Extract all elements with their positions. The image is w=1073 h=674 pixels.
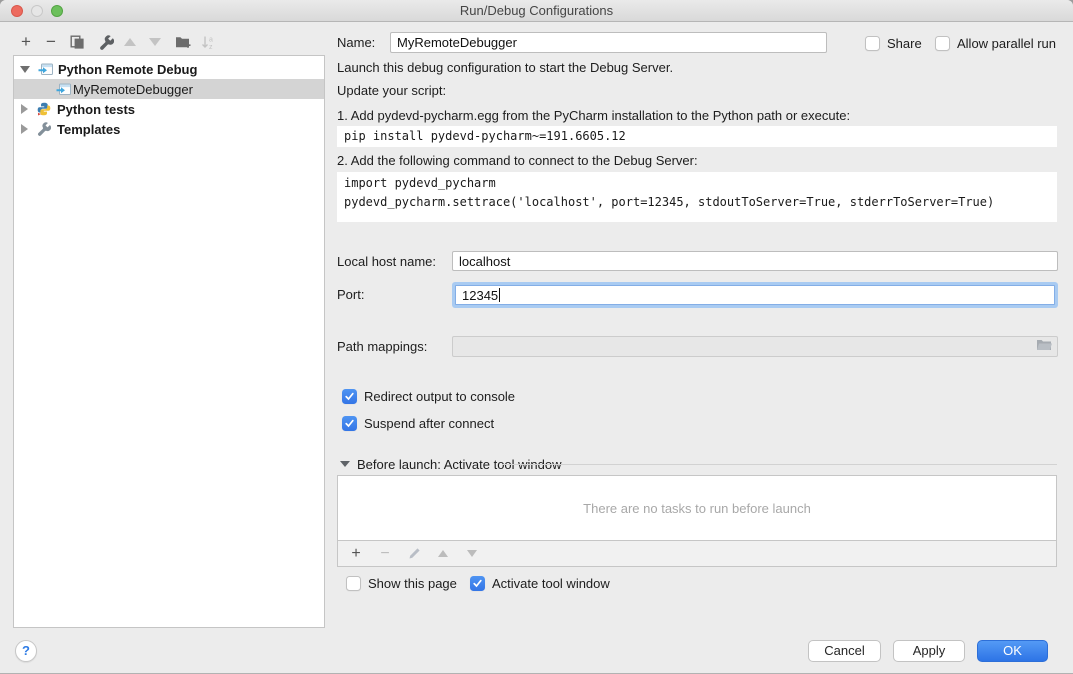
collapse-triangle-icon[interactable] — [340, 461, 350, 467]
allow-parallel-run-label: Allow parallel run — [957, 33, 1056, 54]
tree-item-label[interactable]: MyRemoteDebugger — [73, 82, 193, 97]
new-folder-icon[interactable] — [174, 33, 192, 51]
move-up-icon — [435, 546, 451, 562]
move-down-icon — [464, 546, 480, 562]
help-button[interactable]: ? — [15, 640, 37, 662]
edit-pencil-icon — [406, 546, 422, 562]
show-this-page-label: Show this page — [368, 573, 457, 594]
instruction-line-2: Update your script: — [337, 83, 446, 99]
local-host-name-label: Local host name: — [337, 251, 436, 272]
minimize-window-icon — [31, 5, 43, 17]
svg-text:a: a — [209, 36, 213, 43]
move-down-icon — [146, 33, 164, 51]
tree-item-label[interactable]: Templates — [57, 122, 120, 137]
task-toolbar: + − — [337, 541, 1057, 567]
allow-parallel-run-checkbox[interactable] — [935, 36, 950, 51]
remote-debug-icon — [37, 62, 53, 76]
configurations-tree: Python Remote Debug MyRemoteDebugger Pyt… — [13, 55, 325, 628]
apply-button[interactable]: Apply — [893, 640, 965, 662]
path-mappings-label: Path mappings: — [337, 336, 427, 357]
sort-alphabetically-icon: az — [199, 33, 217, 51]
edit-templates-wrench-icon[interactable] — [97, 33, 115, 51]
settrace-code[interactable]: import pydevd_pycharm pydevd_pycharm.set… — [337, 172, 1057, 222]
cancel-button[interactable]: Cancel — [808, 640, 881, 662]
before-launch-header: Before launch: Activate tool window — [357, 457, 562, 473]
remove-icon: − — [377, 546, 393, 562]
activate-tool-window-label: Activate tool window — [492, 573, 610, 594]
section-divider — [502, 464, 1057, 465]
tree-item-label[interactable]: Python Remote Debug — [58, 62, 197, 77]
activate-tool-window-checkbox[interactable] — [470, 576, 485, 591]
chevron-right-icon[interactable] — [21, 124, 28, 134]
folder-icon[interactable] — [1036, 339, 1052, 354]
tree-item-myremotedebugger[interactable]: MyRemoteDebugger — [14, 79, 324, 99]
titlebar[interactable]: Run/Debug Configurations — [0, 0, 1073, 22]
redirect-output-checkbox[interactable] — [342, 389, 357, 404]
local-host-name-input[interactable] — [452, 251, 1058, 271]
run-debug-configurations-dialog: Run/Debug Configurations + − az Python R… — [0, 0, 1073, 674]
share-label: Share — [887, 33, 922, 54]
instruction-step-1: 1. Add pydevd-pycharm.egg from the PyCha… — [337, 108, 850, 124]
before-launch-task-list[interactable]: There are no tasks to run before launch — [337, 475, 1057, 541]
python-icon — [36, 102, 52, 116]
zoom-window-icon[interactable] — [51, 5, 63, 17]
port-input[interactable]: 12345 — [455, 285, 1055, 305]
remove-icon[interactable]: − — [42, 33, 60, 51]
suspend-after-connect-checkbox[interactable] — [342, 416, 357, 431]
wrench-icon — [36, 122, 52, 136]
redirect-output-label: Redirect output to console — [364, 386, 515, 407]
instruction-step-2: 2. Add the following command to connect … — [337, 153, 698, 169]
tree-item-python-remote-debug[interactable]: Python Remote Debug — [14, 59, 324, 79]
show-this-page-checkbox[interactable] — [346, 576, 361, 591]
name-label: Name: — [337, 32, 375, 53]
tree-item-templates[interactable]: Templates — [14, 119, 324, 139]
name-input[interactable] — [390, 32, 827, 53]
window-title: Run/Debug Configurations — [0, 0, 1073, 21]
tree-item-python-tests[interactable]: Python tests — [14, 99, 324, 119]
text-caret — [499, 288, 500, 302]
close-window-icon[interactable] — [11, 5, 23, 17]
svg-text:z: z — [209, 44, 213, 50]
pip-command-code[interactable]: pip install pydevd-pycharm~=191.6605.12 — [337, 126, 1057, 147]
add-icon[interactable]: + — [348, 546, 364, 562]
remote-debug-icon — [55, 82, 71, 96]
move-up-icon — [121, 33, 139, 51]
chevron-right-icon[interactable] — [21, 104, 28, 114]
instruction-line-1: Launch this debug configuration to start… — [337, 60, 673, 76]
port-label: Port: — [337, 284, 364, 305]
suspend-after-connect-label: Suspend after connect — [364, 413, 494, 434]
share-checkbox[interactable] — [865, 36, 880, 51]
ok-button[interactable]: OK — [977, 640, 1048, 662]
path-mappings-input[interactable] — [452, 336, 1058, 357]
empty-task-message: There are no tasks to run before launch — [583, 501, 811, 516]
chevron-down-icon[interactable] — [20, 66, 30, 73]
tree-item-label[interactable]: Python tests — [57, 102, 135, 117]
add-icon[interactable]: + — [17, 33, 35, 51]
copy-configuration-icon[interactable] — [68, 33, 86, 51]
